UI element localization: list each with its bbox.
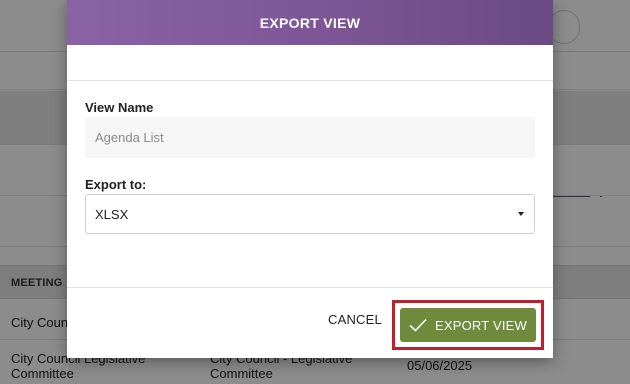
dialog-footer: CANCEL EXPORT VIEW xyxy=(67,287,553,358)
export-format-value: XLSX xyxy=(95,206,129,222)
dialog-divider xyxy=(67,45,553,81)
caret-down-icon xyxy=(518,212,524,216)
view-name-input[interactable] xyxy=(85,117,535,158)
export-view-button[interactable]: EXPORT VIEW xyxy=(400,308,536,342)
export-view-button-label: EXPORT VIEW xyxy=(434,317,528,333)
dialog-title: EXPORT VIEW xyxy=(259,14,361,31)
check-icon xyxy=(409,318,427,332)
export-format-select[interactable]: XLSX xyxy=(85,194,535,234)
view-name-label: View Name xyxy=(85,100,154,115)
cancel-button[interactable]: CANCEL xyxy=(328,312,382,327)
export-button-highlight: EXPORT VIEW xyxy=(392,300,544,350)
export-to-label: Export to: xyxy=(85,177,147,192)
dialog-header: EXPORT VIEW xyxy=(67,0,553,45)
export-view-dialog: EXPORT VIEW View Name Export to: XLSX CA… xyxy=(67,0,553,358)
